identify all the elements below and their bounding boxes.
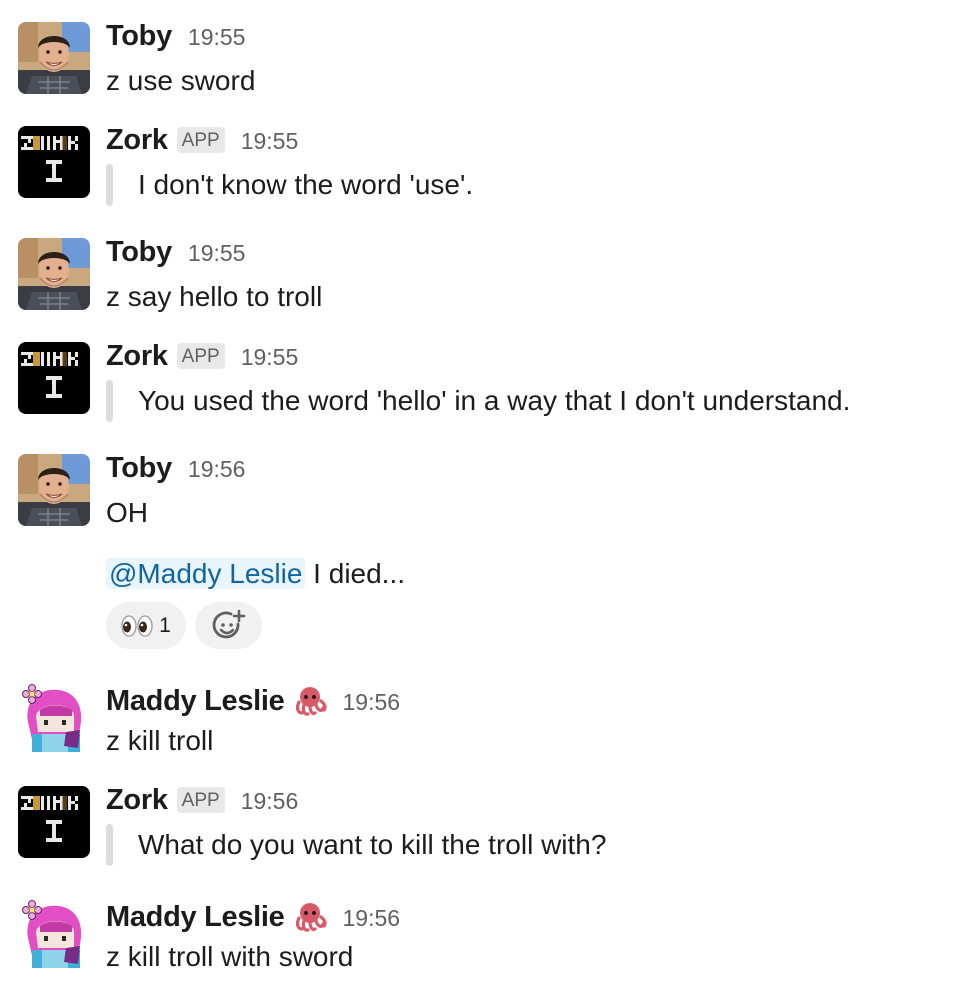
author-name[interactable]: Maddy Leslie <box>106 685 285 718</box>
app-badge: APP <box>176 343 225 369</box>
author-name[interactable]: Zork <box>106 340 168 373</box>
reactions-bar: 1 <box>106 602 262 649</box>
author-name[interactable]: Toby <box>106 452 172 485</box>
message-text: z kill troll <box>106 725 214 756</box>
avatar-maddy[interactable] <box>18 682 90 754</box>
app-badge: APP <box>176 787 225 813</box>
avatar-toby[interactable] <box>18 22 90 94</box>
message-header: Toby 19:56 <box>106 452 245 488</box>
message-text: z use sword <box>106 65 256 96</box>
quote-bar <box>106 164 113 206</box>
avatar-toby[interactable] <box>18 238 90 310</box>
author-name[interactable]: Toby <box>106 20 172 53</box>
avatar-zork[interactable] <box>18 786 90 858</box>
message-header: Toby 19:55 <box>106 236 245 272</box>
author-name[interactable]: Maddy Leslie <box>106 901 285 934</box>
reaction-count: 1 <box>159 613 171 637</box>
message-text: What do you want to kill the troll with? <box>138 829 607 860</box>
message-text: OH <box>106 497 148 528</box>
quote-bar <box>106 824 113 866</box>
quote-block: What do you want to kill the troll with? <box>106 824 606 866</box>
message-text-followup: @Maddy Leslie I died... <box>106 556 405 592</box>
avatar-maddy[interactable] <box>18 898 90 970</box>
message-text: z say hello to troll <box>106 281 323 312</box>
timestamp[interactable]: 19:56 <box>343 905 401 932</box>
octopus-icon[interactable] <box>293 902 327 932</box>
timestamp[interactable]: 19:55 <box>188 24 246 51</box>
avatar-zork[interactable] <box>18 342 90 414</box>
timestamp[interactable]: 19:55 <box>241 128 299 155</box>
add-reaction-button[interactable] <box>195 602 262 649</box>
user-mention[interactable]: @Maddy Leslie <box>106 558 306 589</box>
message-header: Zork APP 19:55 <box>106 124 298 160</box>
message-header: Zork APP 19:55 <box>106 340 298 376</box>
message-text: z kill troll with sword <box>106 941 354 972</box>
timestamp[interactable]: 19:55 <box>188 240 246 267</box>
timestamp[interactable]: 19:55 <box>241 344 299 371</box>
author-name[interactable]: Toby <box>106 236 172 269</box>
add-reaction-icon <box>212 609 245 638</box>
message-text: You used the word 'hello' in a way that … <box>138 385 851 416</box>
timestamp[interactable]: 19:56 <box>241 788 299 815</box>
message-header: Toby 19:55 <box>106 20 245 56</box>
avatar-zork[interactable] <box>18 126 90 198</box>
octopus-icon[interactable] <box>293 686 327 716</box>
author-name[interactable]: Zork <box>106 784 168 817</box>
app-badge: APP <box>176 127 225 153</box>
reaction-eyes[interactable]: 1 <box>106 602 186 649</box>
avatar-toby[interactable] <box>18 454 90 526</box>
message-text: I don't know the word 'use'. <box>138 169 474 200</box>
quote-bar <box>106 380 113 422</box>
eyes-icon <box>121 614 153 637</box>
quote-block: You used the word 'hello' in a way that … <box>106 380 850 422</box>
message-followup-text: I died... <box>305 558 406 589</box>
message-header: Zork APP 19:56 <box>106 784 298 820</box>
timestamp[interactable]: 19:56 <box>188 456 246 483</box>
quote-block: I don't know the word 'use'. <box>106 164 473 206</box>
author-name[interactable]: Zork <box>106 124 168 157</box>
message-header: Maddy Leslie 19:56 <box>106 896 401 934</box>
message-header: Maddy Leslie 19:56 <box>106 680 401 718</box>
timestamp[interactable]: 19:56 <box>343 689 401 716</box>
